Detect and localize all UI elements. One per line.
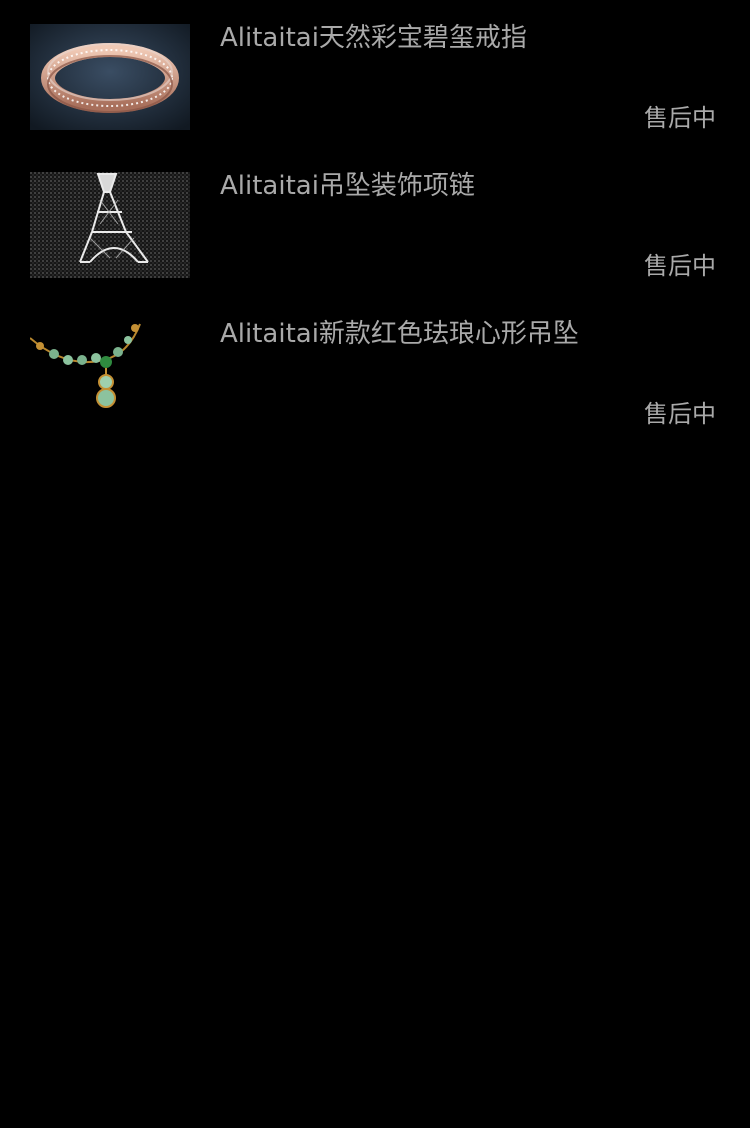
list-item[interactable]: Alitaitai吊坠装饰项链 售后中 xyxy=(0,148,750,296)
product-image-ring[interactable] xyxy=(30,24,190,130)
list-item[interactable]: Alitaitai天然彩宝碧玺戒指 售后中 xyxy=(0,0,750,148)
product-image-necklace[interactable] xyxy=(30,320,190,426)
product-title[interactable]: Alitaitai吊坠装饰项链 xyxy=(220,168,720,204)
product-title[interactable]: Alitaitai天然彩宝碧玺戒指 xyxy=(220,20,720,56)
product-title[interactable]: Alitaitai新款红色珐琅心形吊坠 xyxy=(220,316,720,352)
order-status: 售后中 xyxy=(644,252,716,280)
product-image-pendant[interactable] xyxy=(30,172,190,278)
order-status: 售后中 xyxy=(644,400,716,428)
list-item[interactable]: Alitaitai新款红色珐琅心形吊坠 售后中 xyxy=(0,296,750,444)
order-list: Alitaitai天然彩宝碧玺戒指 售后中 Alitaitai吊坠装饰项链 售后… xyxy=(0,0,750,444)
order-status: 售后中 xyxy=(644,104,716,132)
